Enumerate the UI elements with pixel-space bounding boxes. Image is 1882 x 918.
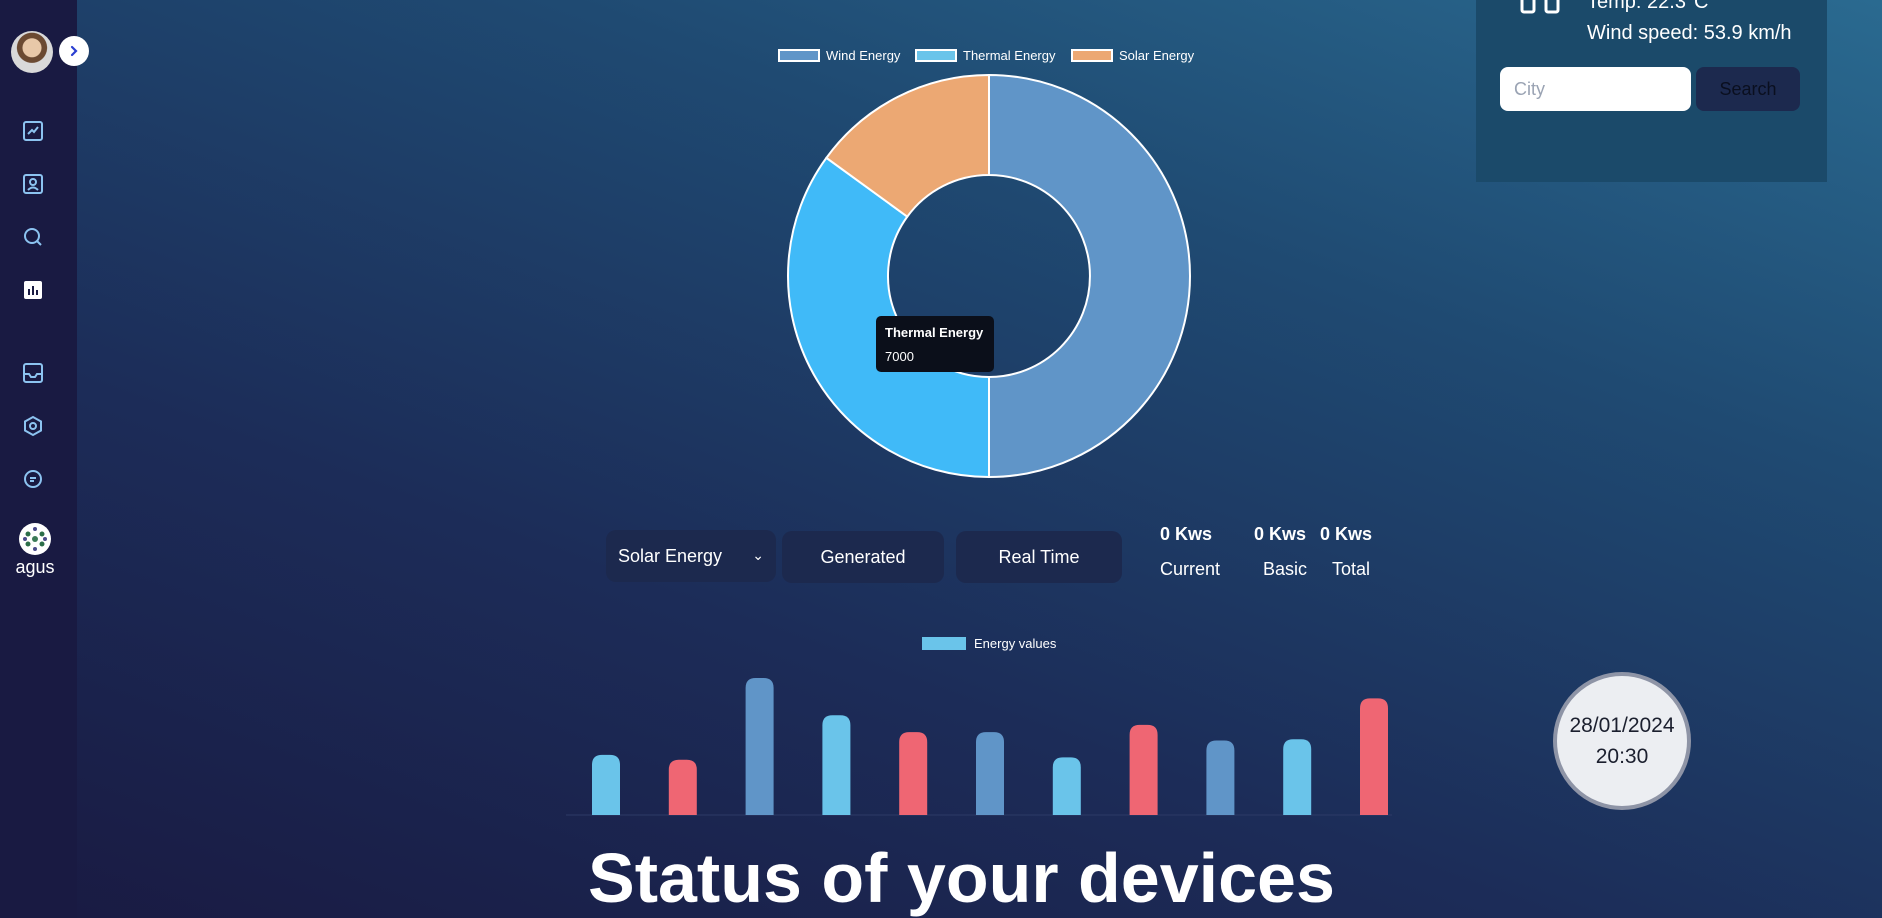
bar-10[interactable] — [1283, 739, 1312, 815]
bar-6[interactable] — [976, 732, 1004, 815]
bar-1[interactable] — [592, 754, 620, 815]
weather-wind-speed: Wind speed: 53.9 km/h — [1587, 22, 1792, 44]
date-time-clock: 28/01/2024 20:30 — [1553, 672, 1691, 810]
bar-4[interactable] — [822, 715, 851, 815]
search-button[interactable]: Search — [1696, 67, 1800, 111]
bar-9[interactable] — [1206, 740, 1235, 815]
bar-7[interactable] — [1052, 757, 1081, 815]
clock-time: 20:30 — [1595, 745, 1649, 768]
bar-3[interactable] — [745, 678, 774, 815]
clock-date: 28/01/2024 — [1569, 714, 1675, 737]
bar-5[interactable] — [899, 732, 928, 815]
weather-temperature: Temp: 22.3°C — [1587, 0, 1709, 13]
page-heading: Status of your devices — [588, 839, 1335, 917]
bar-2[interactable] — [668, 759, 697, 815]
city-input[interactable] — [1500, 67, 1691, 111]
weather-icon — [1520, 0, 1560, 14]
bar-8[interactable] — [1129, 724, 1158, 815]
bar-11[interactable] — [1360, 698, 1388, 815]
